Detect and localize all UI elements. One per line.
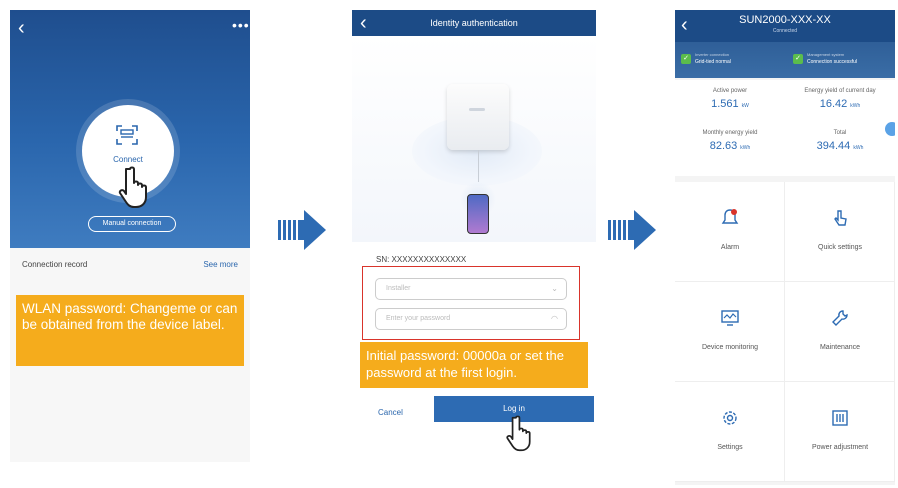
serial-number: SN: XXXXXXXXXXXXXX: [376, 255, 467, 264]
arrow-right-icon: [278, 210, 326, 250]
smartphone-image: [467, 194, 489, 234]
scan-icon: [116, 125, 138, 145]
connection-record-label: Connection record: [22, 260, 88, 269]
stat-label: Total: [833, 130, 847, 136]
stat-unit: kWh: [740, 145, 751, 151]
inverter-status: ✓ Inverter connection Grid-tied normal: [675, 50, 775, 70]
cancel-button[interactable]: Cancel: [378, 408, 403, 417]
power-adjust-icon: [832, 410, 848, 426]
see-more-link[interactable]: See more: [203, 260, 238, 269]
stat-unit: kWh: [853, 145, 864, 151]
device-logo: [469, 108, 485, 111]
more-icon[interactable]: •••: [232, 18, 250, 32]
wlan-password-callout: WLAN password: Changeme or can be obtain…: [16, 295, 244, 366]
device-name: SUN2000-XXX-XX: [739, 14, 831, 26]
device-home-screen: ‹ SUN2000-XXX-XX Connected ✓ Inverter co…: [675, 10, 895, 485]
username-field[interactable]: Installer ⌄: [375, 278, 567, 300]
stat-unit: kW: [741, 103, 749, 109]
stat-value: 394.44 kWh: [785, 140, 895, 152]
status-title: Management system: [807, 52, 845, 57]
tile-quick-settings[interactable]: Quick settings: [785, 182, 895, 282]
stat-value: 16.42 kWh: [785, 98, 895, 110]
management-status: ✓ Management system Connection successfu…: [787, 50, 887, 70]
monitor-icon: [721, 310, 739, 326]
tile-device-monitoring[interactable]: Device monitoring: [675, 282, 785, 382]
stat-value: 82.63 kWh: [675, 140, 785, 152]
stat-label: Active power: [712, 88, 748, 94]
username-placeholder: Installer: [386, 285, 411, 292]
tile-label: Quick settings: [818, 244, 862, 251]
stat-value: 1.561 kW: [675, 98, 785, 110]
connection-line: [478, 150, 479, 182]
eye-icon[interactable]: ◠: [551, 309, 558, 329]
tile-power-adjustment[interactable]: Power adjustment: [785, 382, 895, 482]
stat-label: Energy yield of current day: [804, 88, 876, 94]
tile-label: Maintenance: [819, 344, 861, 351]
pointer-hand-icon: [506, 415, 531, 452]
inverter-device-image: [447, 84, 509, 150]
chevron-down-icon[interactable]: ⌄: [551, 279, 558, 299]
manual-connection-button[interactable]: Manual connection: [88, 216, 176, 232]
tile-label: Settings: [717, 444, 743, 451]
energy-yield-stat: Energy yield of current day 16.42 kWh: [785, 88, 895, 110]
gear-icon: [723, 411, 737, 425]
login-screen: ‹ Identity authentication SN: XXXXXXXXXX…: [352, 10, 596, 462]
arrow-right-icon: [608, 210, 656, 250]
stat-label: Monthly energy yield: [702, 130, 758, 136]
stat-number: 82.63: [709, 140, 738, 152]
energy-stats: Active power 1.561 kW Energy yield of cu…: [675, 80, 895, 176]
device-header: ‹ SUN2000-XXX-XX Connected: [675, 10, 895, 42]
status-bar: ✓ Inverter connection Grid-tied normal ✓…: [675, 42, 895, 78]
password-placeholder: Enter your password: [386, 315, 451, 322]
stat-number: 1.561: [711, 98, 739, 110]
tap-icon: [834, 210, 847, 226]
stat-number: 394.44: [816, 140, 851, 152]
status-value: Grid-tied normal: [695, 59, 731, 65]
back-icon[interactable]: ‹: [18, 18, 25, 38]
page-title: Identity authentication: [430, 18, 518, 28]
tile-settings[interactable]: Settings: [675, 382, 785, 482]
floating-action-button[interactable]: [885, 122, 895, 136]
tile-alarm[interactable]: Alarm: [675, 182, 785, 282]
device-status: Connected: [772, 28, 798, 34]
total-yield-stat: Total 394.44 kWh: [785, 130, 895, 152]
tile-label: Power adjustment: [811, 444, 869, 451]
status-title: Inverter connection: [695, 52, 730, 57]
connect-hero: ‹ ••• Connect Manual connection: [10, 10, 250, 248]
connection-illustration: [352, 36, 596, 242]
stat-unit: kWh: [850, 103, 861, 109]
function-grid: Alarm Quick settings Device monitoring M…: [675, 182, 895, 482]
bell-icon: [721, 209, 739, 224]
tile-label: Alarm: [720, 244, 740, 251]
check-icon: ✓: [793, 54, 803, 64]
connect-label: Connect: [113, 155, 143, 164]
tile-maintenance[interactable]: Maintenance: [785, 282, 895, 382]
title-bar: ‹ Identity authentication: [352, 10, 596, 36]
active-power-stat: Active power 1.561 kW: [675, 88, 785, 110]
pointer-hand-icon: [118, 166, 147, 208]
connect-screen: ‹ ••• Connect Manual connection Connecti…: [10, 10, 250, 462]
status-value: Connection successful: [807, 59, 858, 65]
password-field[interactable]: Enter your password ◠: [375, 308, 567, 330]
tile-label: Device monitoring: [701, 344, 759, 351]
monthly-yield-stat: Monthly energy yield 82.63 kWh: [675, 130, 785, 152]
login-form-highlight: Installer ⌄ Enter your password ◠: [362, 266, 580, 340]
check-icon: ✓: [681, 54, 691, 64]
initial-password-callout: Initial password: 00000a or set the pass…: [360, 342, 588, 388]
wrench-icon: [832, 310, 848, 326]
stat-number: 16.42: [819, 98, 848, 110]
